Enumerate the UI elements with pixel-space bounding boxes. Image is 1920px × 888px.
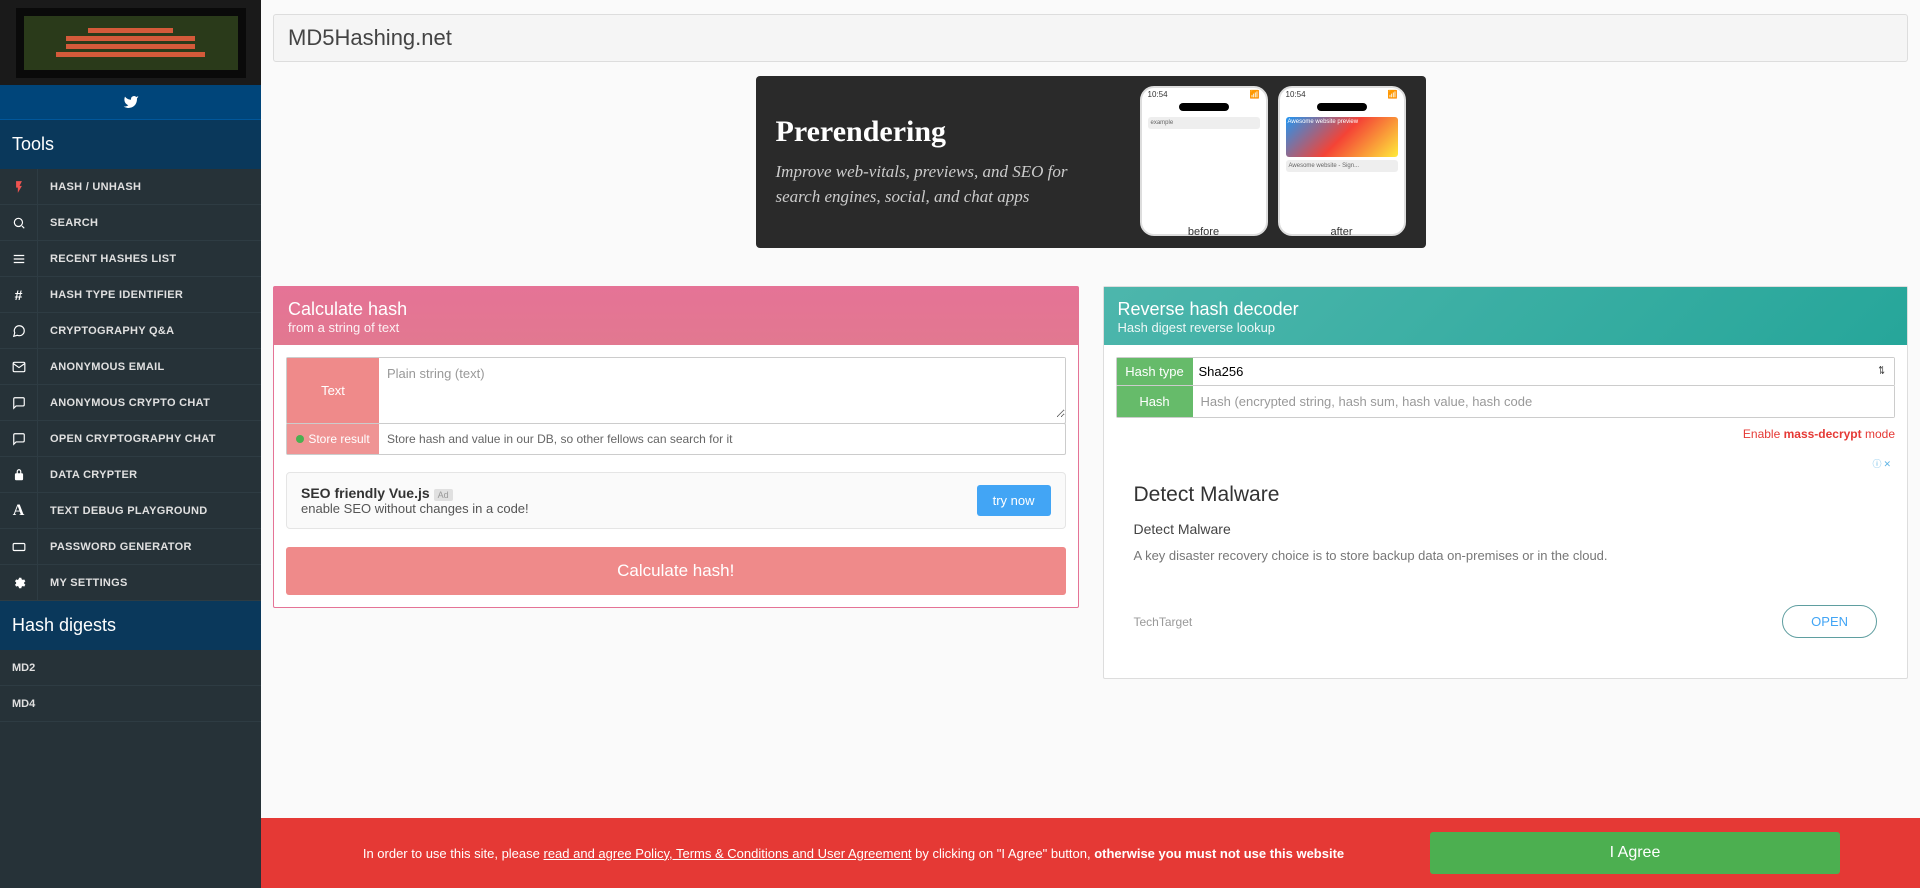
i-agree-button[interactable]: I Agree xyxy=(1430,832,1840,874)
main-content: MD5Hashing.net Prerendering Improve web-… xyxy=(261,14,1920,759)
seo-title: SEO friendly Vue.jsAd xyxy=(301,485,529,501)
sidebar-hash-md4[interactable]: MD4 xyxy=(0,686,261,722)
gear-icon xyxy=(0,565,38,600)
hash-type-select[interactable]: Sha256 xyxy=(1193,358,1895,385)
sidebar-item-hash-type-identifier[interactable]: #HASH TYPE IDENTIFIER xyxy=(0,277,261,313)
ad-info-icon[interactable]: ⓘ✕ xyxy=(1872,457,1891,470)
sidebar-item-text-debug-playground[interactable]: ATEXT DEBUG PLAYGROUND xyxy=(0,493,261,529)
text-label: Text xyxy=(287,358,379,423)
ad-title: Prerendering xyxy=(776,115,1100,149)
calculate-hash-button[interactable]: Calculate hash! xyxy=(286,547,1066,595)
phone-mock-before: 10:54📶 example xyxy=(1140,86,1268,236)
page-title: MD5Hashing.net xyxy=(288,25,1893,51)
store-desc: Store hash and value in our DB, so other… xyxy=(379,424,741,454)
ad-body: A key disaster recovery choice is to sto… xyxy=(1134,547,1878,565)
ad-desc: Improve web-vitals, previews, and SEO fo… xyxy=(776,159,1100,210)
store-result-toggle[interactable]: Store result xyxy=(287,424,379,454)
top-ad-banner[interactable]: Prerendering Improve web-vitals, preview… xyxy=(756,76,1426,248)
cookie-message: In order to use this site, please read a… xyxy=(301,846,1406,861)
open-ad-button[interactable]: OPEN xyxy=(1782,605,1877,638)
hash-label: Hash xyxy=(1117,386,1193,417)
sidebar-item-hash-unhash[interactable]: HASH / UNHASH xyxy=(0,169,261,205)
decoder-title: Reverse hash decoder xyxy=(1118,299,1894,320)
calc-subtitle: from a string of text xyxy=(288,320,1064,335)
mass-decrypt-link[interactable]: Enable mass-decrypt mode xyxy=(1116,427,1896,441)
seo-ad-box: SEO friendly Vue.jsAd enable SEO without… xyxy=(286,472,1066,529)
page-title-box: MD5Hashing.net xyxy=(273,14,1908,62)
comment-icon xyxy=(0,385,38,420)
reverse-decoder-panel: Reverse hash decoder Hash digest reverse… xyxy=(1103,286,1909,679)
sidebar-item-open-cryptography-chat[interactable]: OPEN CRYPTOGRAPHY CHAT xyxy=(0,421,261,457)
search-icon xyxy=(0,205,38,240)
seo-desc: enable SEO without changes in a code! xyxy=(301,501,529,516)
sidebar-item-anonymous-crypto-chat[interactable]: ANONYMOUS CRYPTO CHAT xyxy=(0,385,261,421)
sidebar: Tools HASH / UNHASHSEARCHRECENT HASHES L… xyxy=(0,0,261,888)
lock-icon xyxy=(0,457,38,492)
sidebar-item-cryptography-q-a[interactable]: CRYPTOGRAPHY Q&A xyxy=(0,313,261,349)
calculate-hash-panel: Calculate hash from a string of text Tex… xyxy=(273,286,1079,608)
ad-subheadline: Detect Malware xyxy=(1134,521,1878,537)
sidebar-item-password-generator[interactable]: PASSWORD GENERATOR xyxy=(0,529,261,565)
advertiser-name: TechTarget xyxy=(1134,615,1193,629)
sidebar-section-hash-digests: Hash digests xyxy=(0,601,261,650)
hash-type-label: Hash type xyxy=(1117,358,1193,385)
chat-icon xyxy=(0,313,38,348)
bolt-icon xyxy=(0,169,38,204)
sidebar-hero-image xyxy=(0,0,261,85)
side-ad-box[interactable]: ⓘ✕ Detect Malware Detect Malware A key d… xyxy=(1116,455,1896,666)
list-icon xyxy=(0,241,38,276)
sidebar-item-data-crypter[interactable]: DATA CRYPTER xyxy=(0,457,261,493)
twitter-link[interactable] xyxy=(0,85,261,120)
sidebar-item-search[interactable]: SEARCH xyxy=(0,205,261,241)
sidebar-section-tools: Tools xyxy=(0,120,261,169)
calc-title: Calculate hash xyxy=(288,299,1064,320)
font-icon: A xyxy=(0,493,38,528)
hash-input[interactable] xyxy=(1193,386,1895,417)
plain-text-input[interactable] xyxy=(379,358,1065,418)
phone-mock-after: 10:54📶 Awesome website previewAwesome we… xyxy=(1278,86,1406,236)
sidebar-item-recent-hashes-list[interactable]: RECENT HASHES LIST xyxy=(0,241,261,277)
sidebar-item-my-settings[interactable]: MY SETTINGS xyxy=(0,565,261,601)
sidebar-item-anonymous-email[interactable]: ANONYMOUS EMAIL xyxy=(0,349,261,385)
sidebar-hash-md2[interactable]: MD2 xyxy=(0,650,261,686)
try-now-button[interactable]: try now xyxy=(977,485,1051,516)
comment-icon xyxy=(0,421,38,456)
card-icon xyxy=(0,529,38,564)
mail-icon xyxy=(0,349,38,384)
twitter-icon xyxy=(123,94,139,110)
cookie-consent-bar: In order to use this site, please read a… xyxy=(261,818,1920,888)
decoder-subtitle: Hash digest reverse lookup xyxy=(1118,320,1894,335)
ad-headline: Detect Malware xyxy=(1134,483,1878,507)
policy-link[interactable]: read and agree Policy, Terms & Condition… xyxy=(543,846,911,861)
hash-icon: # xyxy=(0,277,38,312)
